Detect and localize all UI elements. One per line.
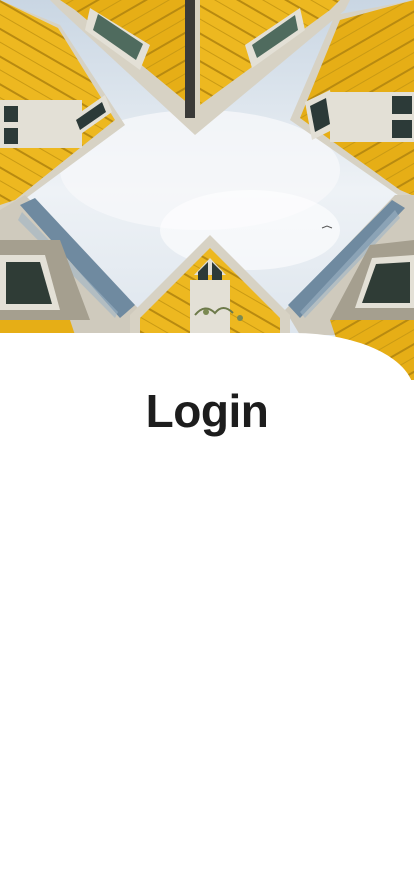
page-title: Login (145, 385, 269, 437)
login-screen: Login (0, 0, 414, 896)
hero-image (0, 0, 414, 380)
cube-houses-photo (0, 0, 414, 380)
